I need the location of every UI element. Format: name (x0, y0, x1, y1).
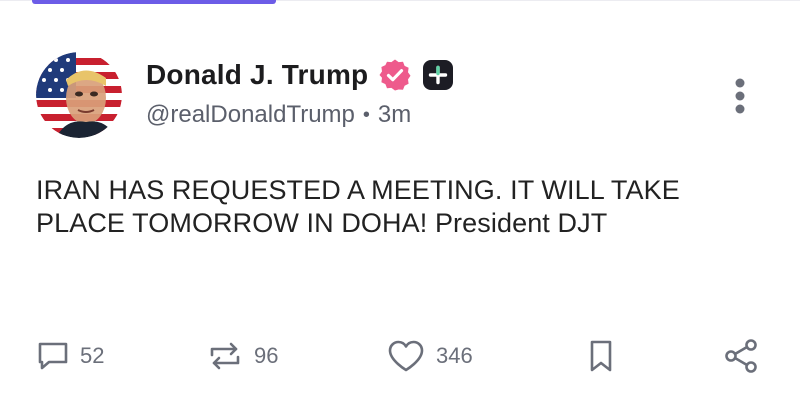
repost-count: 96 (254, 343, 279, 368)
vertical-ellipsis-icon (735, 78, 745, 114)
share-button[interactable] (722, 332, 760, 380)
bookmark-button[interactable] (586, 332, 616, 380)
post-text: IRAN HAS REQUESTED A MEETING. IT WILL TA… (36, 175, 680, 238)
repost-button[interactable]: 96 (206, 332, 278, 380)
like-count: 346 (436, 343, 473, 368)
author-display-name[interactable]: Donald J. Trump (146, 59, 368, 91)
reply-count: 52 (80, 343, 105, 368)
author-name-row: Donald J. Trump (146, 56, 454, 94)
plus-badge-icon[interactable] (422, 59, 454, 91)
heart-icon (388, 340, 424, 372)
bookmark-icon (590, 340, 612, 372)
active-tab-indicator (32, 0, 276, 4)
author-handle-row: @realDonaldTrump • 3m (146, 101, 411, 129)
comment-icon (38, 342, 68, 370)
more-options-button[interactable] (726, 76, 754, 116)
flag-portrait-avatar-icon (36, 52, 122, 138)
post-action-bar: 52 96 346 (0, 332, 800, 380)
separator-dot: • (362, 103, 370, 126)
share-icon (725, 339, 757, 373)
verified-badge-icon (378, 58, 412, 92)
like-button[interactable]: 346 (386, 332, 473, 380)
avatar[interactable] (36, 52, 122, 138)
repost-icon (210, 342, 240, 370)
post-timestamp: 3m (377, 101, 412, 128)
reply-button[interactable]: 52 (36, 332, 104, 380)
author-handle[interactable]: @realDonaldTrump (146, 101, 355, 129)
